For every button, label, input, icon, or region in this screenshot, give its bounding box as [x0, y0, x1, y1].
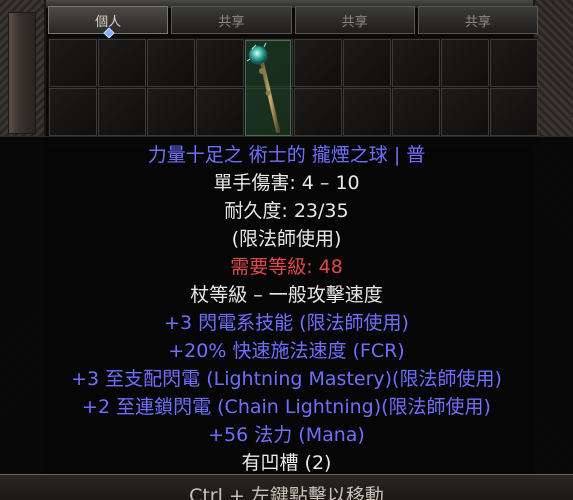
stash-cell[interactable]	[490, 88, 538, 136]
tab-label: 共享	[341, 14, 368, 30]
stash-cell[interactable]	[49, 88, 97, 136]
stash-cell[interactable]	[441, 88, 489, 136]
stash-cell[interactable]	[343, 88, 391, 136]
tab-shared-3[interactable]: 共享	[417, 6, 538, 34]
item-slot-staff[interactable]	[245, 40, 291, 136]
stash-cell[interactable]	[98, 39, 146, 87]
move-hint-text: Ctrl + 左鍵點擊以移動	[189, 485, 384, 500]
tab-label: 共享	[218, 14, 245, 30]
item-stat-line: (限法師使用)	[231, 228, 342, 250]
stash-cell[interactable]	[196, 88, 244, 136]
item-stat-line: +3 至支配閃電 (Lightning Mastery)(限法師使用)	[71, 368, 502, 390]
item-stat-line: +56 法力 (Mana)	[208, 424, 365, 446]
tab-shared-1[interactable]: 共享	[171, 6, 292, 34]
item-stat-line: 杖等級 – 一般攻擊速度	[190, 284, 383, 306]
item-stat-line: 需要等級: 48	[230, 256, 343, 278]
item-stat-line: 單手傷害: 4 – 10	[213, 172, 360, 194]
item-name: 力量十足之 術士的 攏煙之球 | 普	[147, 144, 426, 166]
stash-tabs: 個人 共享 共享 共享	[48, 6, 538, 39]
tab-shared-2[interactable]: 共享	[294, 6, 415, 34]
item-stat-line: +2 至連鎖閃電 (Chain Lightning)(限法師使用)	[82, 396, 491, 418]
staff-orb-icon	[246, 42, 280, 133]
stash-cell[interactable]	[196, 39, 244, 87]
stash-cell[interactable]	[147, 88, 195, 136]
tab-personal[interactable]: 個人	[48, 6, 169, 39]
stash-cell[interactable]	[147, 39, 195, 87]
item-stat-line: 有凹槽 (2)	[241, 452, 332, 474]
stash-cell[interactable]	[98, 88, 146, 136]
stash-window: 個人 共享 共享 共享 力量十足之 術士的 攏煙之球 | 普 單手傷害: 4 –…	[0, 0, 573, 500]
item-stat-line: +20% 快速施法速度 (FCR)	[168, 340, 405, 362]
stash-cell[interactable]	[392, 39, 440, 87]
stash-cell[interactable]	[294, 88, 342, 136]
tab-label: 共享	[464, 14, 491, 30]
stash-cell[interactable]	[392, 88, 440, 136]
stash-cell[interactable]	[343, 39, 391, 87]
stash-grid	[48, 38, 538, 148]
stash-cell[interactable]	[294, 39, 342, 87]
stash-cell[interactable]	[49, 39, 97, 87]
item-tooltip: 力量十足之 術士的 攏煙之球 | 普 單手傷害: 4 – 10 耐久度: 23/3…	[0, 136, 573, 500]
item-stat-line: +3 閃電系技能 (限法師使用)	[164, 312, 409, 334]
item-stat-line: 耐久度: 23/35	[224, 200, 349, 222]
stash-cell[interactable]	[441, 39, 489, 87]
hint-bar: Ctrl + 左鍵點擊以移動	[0, 474, 573, 500]
stash-cell[interactable]	[490, 39, 538, 87]
